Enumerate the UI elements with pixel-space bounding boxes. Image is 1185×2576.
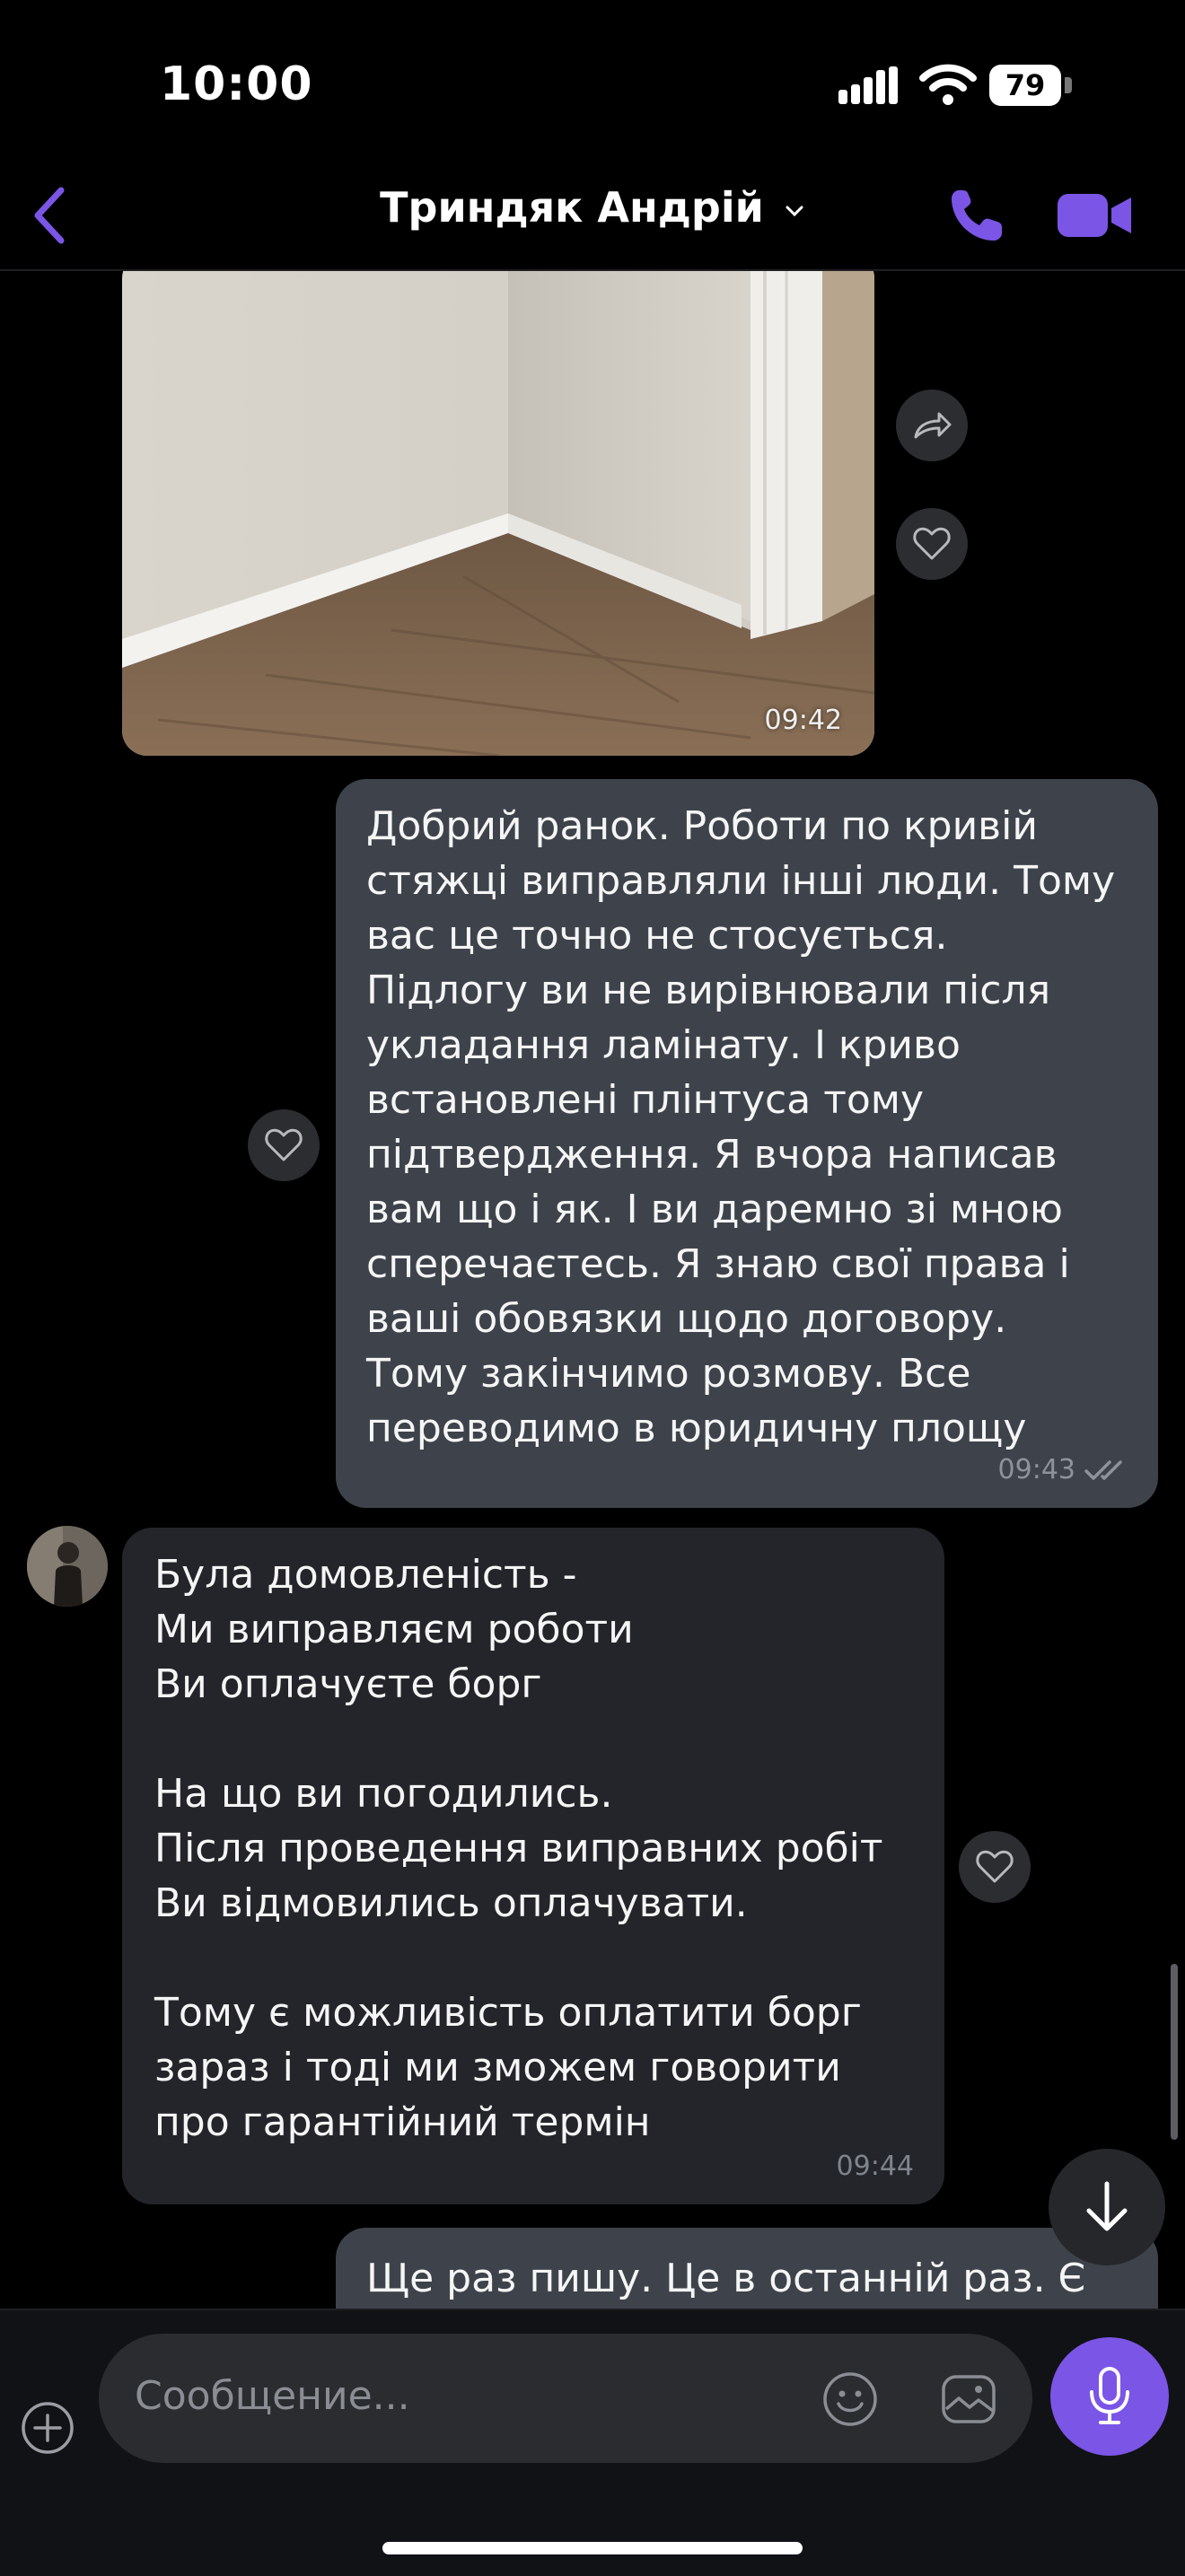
double-check-icon	[1084, 1459, 1122, 1480]
like-button[interactable]	[896, 508, 968, 580]
microphone-icon	[1090, 2367, 1129, 2424]
composer-bar: Сообщение...	[0, 2309, 1185, 2576]
like-button[interactable]	[248, 1109, 320, 1181]
scrollbar[interactable]	[1171, 1964, 1178, 2140]
like-button[interactable]	[959, 1831, 1031, 1903]
incoming-message[interactable]: Була домовленість - Ми виправляєм роботи…	[122, 1528, 944, 2204]
message-line: Добрий ранок. Роботи по кривій	[366, 803, 1038, 849]
message-text: Була домовленість - Ми виправляєм роботи…	[154, 1547, 883, 2150]
video-call-icon[interactable]	[1056, 187, 1133, 244]
message-line: встановлені плінтуса тому	[366, 1077, 924, 1123]
battery-level: 79	[989, 65, 1061, 106]
message-line: про гарантійний термін	[154, 2099, 651, 2145]
message-line: Ви оплачуєте борг	[154, 1661, 542, 1707]
phone-call-icon[interactable]	[946, 185, 1007, 246]
battery-cap	[1065, 77, 1072, 93]
message-line: Підлогу ви не вирівнювали після	[366, 968, 1051, 1013]
forward-arrow-icon	[914, 412, 952, 439]
avatar-photo	[27, 1526, 108, 1607]
battery-indicator: 79	[989, 65, 1074, 106]
message-line: підтвердження. Я вчора написав	[366, 1132, 1058, 1178]
voice-message-button[interactable]	[1050, 2337, 1169, 2456]
heart-icon	[976, 1850, 1014, 1883]
message-input[interactable]: Сообщение...	[99, 2334, 1032, 2463]
message-text: Добрий ранок. Роботи по кривій стяжці ви…	[366, 799, 1115, 1456]
heart-icon	[913, 527, 951, 560]
message-line: Ви відмовились оплачувати.	[154, 1880, 748, 1926]
message-line: Тому є можливість оплатити борг	[154, 1990, 862, 2036]
message-line: укладання ламінату. І криво	[366, 1022, 961, 1068]
heart-icon	[265, 1128, 303, 1161]
emoji-icon[interactable]	[821, 2370, 880, 2429]
cellular-signal-icon	[838, 66, 898, 104]
message-time: 09:42	[764, 705, 842, 736]
forward-button[interactable]	[896, 390, 968, 461]
status-time: 10:00	[160, 57, 313, 111]
message-line	[154, 1931, 883, 1985]
wifi-icon	[919, 64, 977, 105]
message-line: стяжці виправляли інші люди. Тому	[366, 858, 1116, 904]
message-line: Тому закінчимо розмову. Все	[366, 1351, 971, 1397]
outgoing-message[interactable]: Ще раз пишу. Це в останній раз. Є	[336, 2228, 1158, 2309]
room-corner-photo	[122, 271, 874, 756]
message-line: Після проведення виправних робіт	[154, 1826, 883, 1871]
chat-header: Триндяк Андрій	[0, 162, 1185, 271]
message-line: зараз і тоді ми зможем говорити	[154, 2045, 841, 2090]
home-indicator	[382, 2542, 803, 2554]
photo-message[interactable]: 09:42	[122, 271, 874, 756]
sticker-gallery-icon[interactable]	[939, 2370, 998, 2429]
sender-avatar[interactable]	[27, 1526, 108, 1607]
message-line: На що ви погодились.	[154, 1771, 613, 1817]
message-line: вам що і як. І ви даремно зі мною	[366, 1187, 1063, 1232]
message-line	[154, 1712, 883, 1766]
message-time: 09:44	[836, 2151, 914, 2182]
message-time: 09:43	[997, 1454, 1075, 1485]
contact-name: Триндяк Андрій	[380, 183, 764, 232]
scroll-to-bottom-button[interactable]	[1049, 2149, 1165, 2265]
message-line: вас це точно не стосується.	[366, 913, 948, 959]
message-meta: 09:43	[998, 1442, 1131, 1497]
message-line: сперечаєтесь. Я знаю свої права і	[366, 1241, 1070, 1287]
message-list[interactable]: 09:42 Добрий ранок. Роботи по кривій стя…	[0, 271, 1185, 2309]
chevron-down-icon	[786, 206, 803, 216]
message-line: Ще раз пишу. Це в останній раз. Є	[366, 2256, 1086, 2301]
arrow-down-icon	[1086, 2181, 1128, 2231]
contact-name-button[interactable]: Триндяк Андрій	[0, 183, 1185, 232]
message-line: ваші обовязки щодо договору.	[366, 1296, 1007, 1342]
message-line: Була домовленість -	[154, 1552, 577, 1598]
message-input-placeholder: Сообщение...	[135, 2373, 410, 2419]
message-text: Ще раз пишу. Це в останній раз. Є	[366, 2251, 1085, 2306]
plus-circle-icon[interactable]	[20, 2400, 75, 2456]
message-line: Ми виправляєм роботи	[154, 1607, 634, 1652]
outgoing-message[interactable]: Добрий ранок. Роботи по кривій стяжці ви…	[336, 779, 1158, 1508]
